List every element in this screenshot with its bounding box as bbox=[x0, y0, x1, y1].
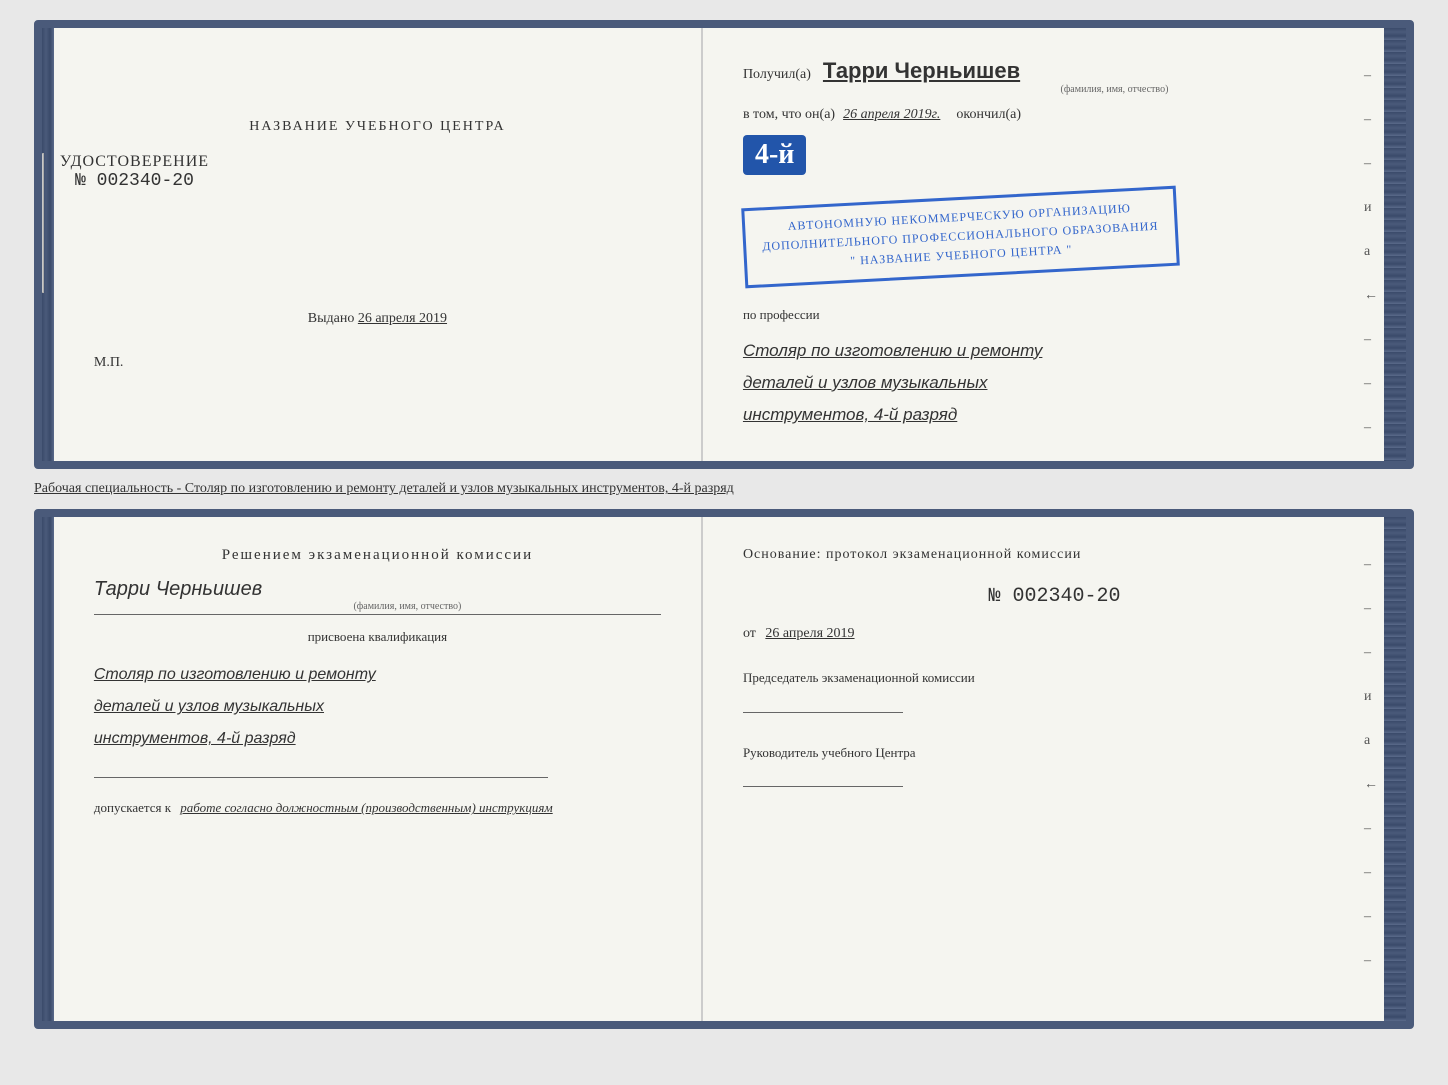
vtom-label: в том, что он(а) bbox=[743, 107, 835, 123]
cert-number: № 002340-20 bbox=[60, 171, 209, 191]
cert-right-panel: Получил(а) Тарри Черньишев (фамилия, имя… bbox=[703, 28, 1406, 461]
qual-line2: деталей и узлов музыкальных bbox=[94, 691, 661, 723]
year-badge-block: 4-й bbox=[743, 135, 1366, 175]
poluchil-label: Получил(а) bbox=[743, 67, 811, 82]
rukovoditel-signature-line bbox=[743, 786, 903, 787]
middle-label: Рабочая специальность - Столяр по изгото… bbox=[34, 477, 1414, 501]
top-certificate: НАЗВАНИЕ УЧЕБНОГО ЦЕНТРА УДОСТОВЕРЕНИЕ №… bbox=[34, 20, 1414, 469]
rukovoditel-block: Руководитель учебного Центра bbox=[743, 743, 1366, 792]
ot-label: от bbox=[743, 626, 756, 641]
vydano-block: Выдано 26 апреля 2019 bbox=[308, 311, 447, 327]
vydano-label: Выдано bbox=[308, 311, 355, 326]
bottom-certificate: Решением экзаменационной комиссии Тарри … bbox=[34, 509, 1414, 1029]
ot-date-value: 26 апреля 2019 bbox=[765, 626, 854, 641]
top-cert-title: НАЗВАНИЕ УЧЕБНОГО ЦЕНТРА bbox=[249, 119, 505, 135]
decision-title: Решением экзаменационной комиссии bbox=[94, 547, 661, 564]
profession-line3: инструментов, 4-й разряд bbox=[743, 399, 1366, 431]
cert-spine-right bbox=[1384, 28, 1406, 461]
bottom-name: Тарри Черньишев bbox=[94, 578, 262, 600]
ot-date-block: от 26 апреля 2019 bbox=[743, 626, 1366, 642]
bottom-name-block: Тарри Черньишев (фамилия, имя, отчество) bbox=[94, 578, 661, 615]
udostoverenie-block: УДОСТОВЕРЕНИЕ № 002340-20 bbox=[60, 153, 209, 191]
bottom-fio-subtitle: (фамилия, имя, отчество) bbox=[154, 601, 661, 612]
separator-line bbox=[94, 777, 548, 778]
bottom-spine-left bbox=[42, 517, 54, 1021]
dopuskaetsya-label: допускается к bbox=[94, 800, 171, 815]
profession-block: Столяр по изготовлению и ремонту деталей… bbox=[743, 335, 1366, 432]
predsedatel-block: Председатель экзаменационной комиссии bbox=[743, 668, 1366, 717]
recipient-block: Получил(а) Тарри Черньишев (фамилия, имя… bbox=[743, 58, 1366, 95]
bottom-right-panel: Основание: протокол экзаменационной коми… bbox=[703, 517, 1406, 1021]
cert-left-panel: НАЗВАНИЕ УЧЕБНОГО ЦЕНТРА УДОСТОВЕРЕНИЕ №… bbox=[54, 28, 703, 461]
prisvoena-label: присвоена квалификация bbox=[94, 629, 661, 645]
profession-line2: деталей и узлов музыкальных bbox=[743, 367, 1366, 399]
qualification-block: Столяр по изготовлению и ремонту деталей… bbox=[94, 659, 661, 755]
vydano-date: 26 апреля 2019 bbox=[358, 311, 447, 326]
dopuskaetsya-block: допускается к работе согласно должностны… bbox=[94, 800, 661, 816]
vtom-date: 26 апреля 2019г. bbox=[843, 107, 940, 123]
predsedatel-signature-line bbox=[743, 712, 903, 713]
dash-marks-bottom: – – – и а ← – – – – bbox=[1364, 557, 1378, 969]
bottom-spine-right bbox=[1384, 517, 1406, 1021]
predsedatel-label: Председатель экзаменационной комиссии bbox=[743, 668, 1366, 688]
document-container: НАЗВАНИЕ УЧЕБНОГО ЦЕНТРА УДОСТОВЕРЕНИЕ №… bbox=[34, 20, 1414, 1029]
osnovaniye-label: Основание: протокол экзаменационной коми… bbox=[743, 547, 1366, 563]
qual-line3: инструментов, 4-й разряд bbox=[94, 723, 661, 755]
recipient-name: Тарри Черньишев bbox=[823, 58, 1020, 83]
rukovoditel-label: Руководитель учебного Центра bbox=[743, 743, 1366, 763]
bottom-left-panel: Решением экзаменационной комиссии Тарри … bbox=[54, 517, 703, 1021]
protocol-number: № 002340-20 bbox=[743, 585, 1366, 608]
dopuskaetsya-work: работе согласно должностным (производств… bbox=[180, 800, 552, 815]
stamp: АВТОНОМНУЮ НЕКОММЕРЧЕСКУЮ ОРГАНИЗАЦИЮ ДО… bbox=[741, 186, 1179, 288]
fio-subtitle-top: (фамилия, имя, отчество) bbox=[863, 84, 1366, 95]
po-professii: по профессии bbox=[743, 307, 1366, 323]
udostoverenie-label: УДОСТОВЕРЕНИЕ bbox=[60, 153, 209, 171]
profession-line1: Столяр по изготовлению и ремонту bbox=[743, 335, 1366, 367]
stamp-block: АВТОНОМНУЮ НЕКОММЕРЧЕСКУЮ ОРГАНИЗАЦИЮ ДО… bbox=[743, 187, 1366, 287]
qual-line1: Столяр по изготовлению и ремонту bbox=[94, 659, 661, 691]
okonchil-label: окончил(а) bbox=[956, 107, 1021, 123]
dash-marks-top: – – – и а ← – – – bbox=[1364, 68, 1378, 436]
mp-label: М.П. bbox=[94, 355, 124, 371]
photo-placeholder bbox=[34, 153, 44, 293]
vtom-block: в том, что он(а) 26 апреля 2019г. окончи… bbox=[743, 107, 1366, 123]
year-badge: 4-й bbox=[743, 135, 806, 175]
